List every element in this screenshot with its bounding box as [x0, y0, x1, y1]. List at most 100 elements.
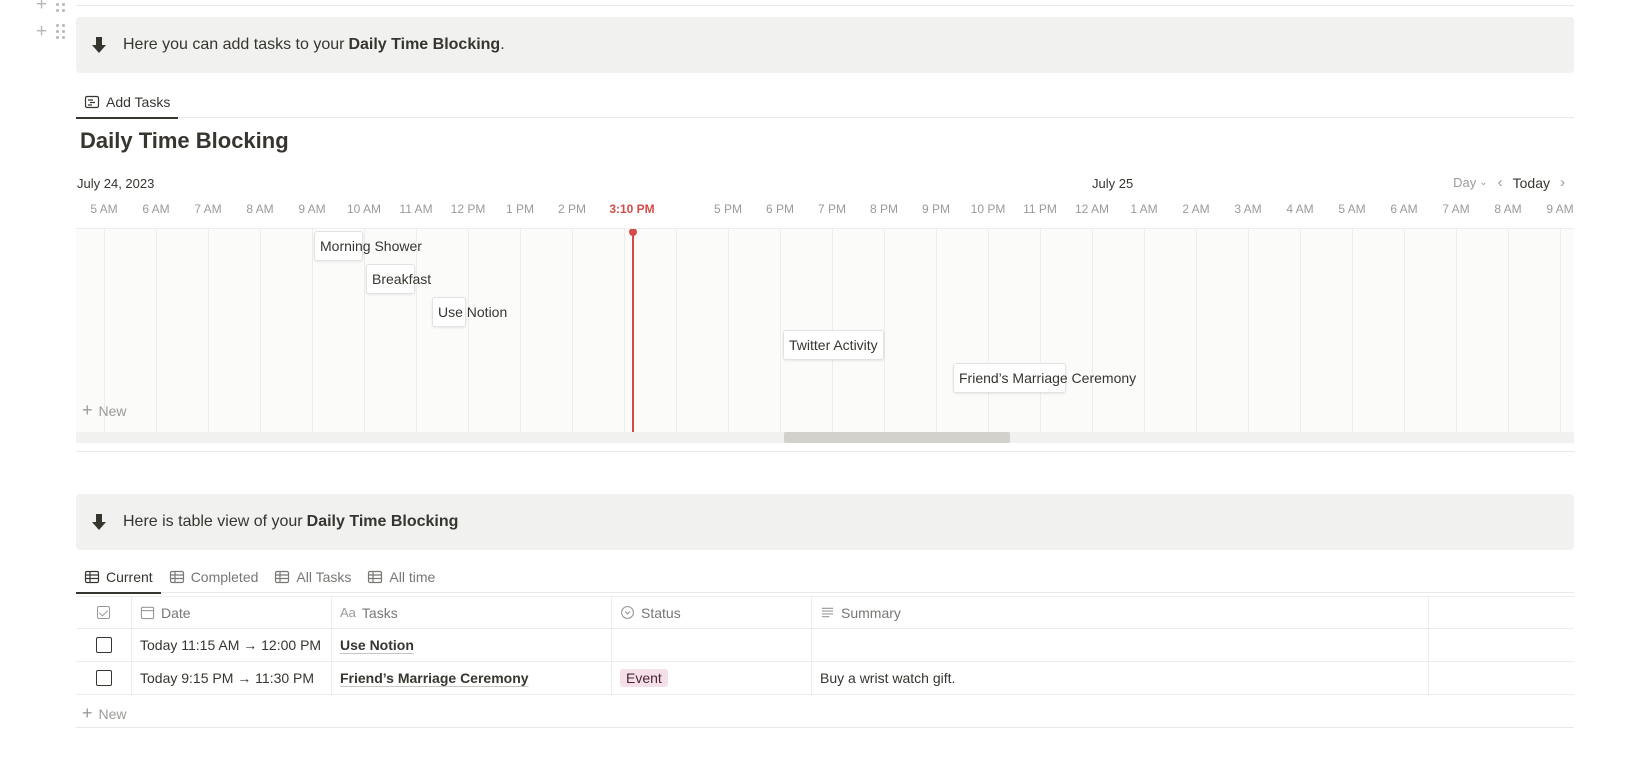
- add-block-icon[interactable]: +: [36, 0, 47, 14]
- hour-label: 7 PM: [817, 202, 847, 216]
- hour-label: 7 AM: [194, 202, 222, 216]
- row-check-cell[interactable]: [76, 629, 132, 661]
- task-cell[interactable]: Friend’s Marriage Ceremony: [332, 662, 612, 694]
- database-title[interactable]: Daily Time Blocking: [80, 128, 289, 154]
- row-check-cell[interactable]: [76, 662, 132, 694]
- new-label: New: [98, 705, 127, 722]
- hour-gridline: [1508, 229, 1509, 432]
- scale-dropdown[interactable]: Day ⌄: [1453, 175, 1488, 190]
- hour-gridline: [572, 229, 573, 432]
- table-new-button[interactable]: + New: [82, 703, 127, 724]
- hour-label: 2 AM: [1182, 202, 1210, 216]
- status-cell[interactable]: [612, 629, 812, 661]
- tab-add-tasks[interactable]: Add Tasks: [76, 86, 179, 119]
- table-row[interactable]: Today 11:15 AM → 12:00 PM Use Notion: [76, 629, 1574, 662]
- divider: [76, 727, 1574, 728]
- block-handle-top[interactable]: +: [36, 0, 66, 14]
- header-summary[interactable]: Summary: [812, 597, 1429, 628]
- hour-label: 6 AM: [1390, 202, 1418, 216]
- callout-add-tasks: Here you can add tasks to your Daily Tim…: [76, 17, 1574, 73]
- hour-label: 1 PM: [505, 202, 535, 216]
- chevron-left-icon[interactable]: ‹: [1498, 174, 1503, 191]
- task-checkbox[interactable]: [95, 637, 112, 653]
- timeline-event-label[interactable]: Twitter Activity: [783, 330, 878, 360]
- hour-gridline: [468, 229, 469, 432]
- table-row[interactable]: Today 9:15 PM → 11:30 PM Friend’s Marriag…: [76, 662, 1574, 695]
- plus-icon: +: [82, 703, 93, 723]
- callout-text: Here is table view of your: [123, 513, 303, 530]
- hour-gridline: [988, 229, 989, 432]
- hour-gridline: [1560, 229, 1561, 432]
- task-link[interactable]: Use Notion: [340, 637, 414, 653]
- task-cell[interactable]: Use Notion: [332, 629, 612, 661]
- hour-label: 11 PM: [1023, 202, 1057, 216]
- hour-gridline: [1144, 229, 1145, 432]
- timeline-grid[interactable]: Morning Shower Breakfast Use Notion Twitter…: [76, 228, 1574, 432]
- timeline-event-label[interactable]: Breakfast: [366, 264, 431, 294]
- timeline-event-label[interactable]: Use Notion: [432, 297, 507, 327]
- header-tasks[interactable]: Aa Tasks: [332, 597, 612, 628]
- hour-label: 9 AM: [298, 202, 326, 216]
- empty-cell: [1429, 629, 1574, 661]
- hour-label: 4 AM: [1286, 202, 1314, 216]
- timeline-view-icon: [84, 95, 100, 109]
- add-block-icon[interactable]: +: [36, 22, 47, 41]
- tab-current[interactable]: Current: [76, 561, 161, 594]
- date-cell[interactable]: Today 11:15 AM → 12:00 PM: [132, 629, 332, 661]
- arrow-down-icon: [92, 37, 106, 53]
- task-link[interactable]: Friend’s Marriage Ceremony: [340, 670, 529, 686]
- status-cell[interactable]: Event: [612, 662, 812, 694]
- header-check[interactable]: [76, 597, 132, 628]
- header-tasks-label: Tasks: [361, 604, 398, 621]
- hour-gridline: [780, 229, 781, 432]
- hour-gridline: [1040, 229, 1041, 432]
- calendar-icon: [140, 606, 155, 620]
- callout-tail: .: [500, 36, 505, 53]
- timeline-event-label[interactable]: Morning Shower: [314, 231, 422, 261]
- header-status[interactable]: Status: [612, 597, 812, 628]
- summary-cell[interactable]: Buy a wrist watch gift.: [812, 662, 1429, 694]
- block-handle[interactable]: +: [36, 22, 66, 41]
- timeline-new-button[interactable]: + New: [82, 400, 127, 421]
- drag-handle-icon[interactable]: [56, 0, 66, 12]
- tab-all-time[interactable]: All time: [359, 561, 443, 593]
- hour-label: 5 AM: [1338, 202, 1366, 216]
- summary-cell[interactable]: [812, 629, 1429, 661]
- table-view-icon: [367, 569, 383, 585]
- hour-label: 10 AM: [346, 202, 382, 216]
- tasks-table: Date Aa Tasks Status Summary Today 11:15…: [76, 596, 1574, 695]
- hour-label: 5 PM: [713, 202, 743, 216]
- hour-label: 5 AM: [90, 202, 118, 216]
- hour-label: 12 AM: [1074, 202, 1110, 216]
- chevron-right-icon[interactable]: ›: [1560, 174, 1565, 191]
- hour-gridline: [208, 229, 209, 432]
- divider-top: [76, 5, 1574, 6]
- header-date[interactable]: Date: [132, 597, 332, 628]
- hour-gridline: [1196, 229, 1197, 432]
- tab-completed[interactable]: Completed: [161, 561, 267, 593]
- hour-gridline: [884, 229, 885, 432]
- chevron-down-icon: ⌄: [1479, 177, 1488, 188]
- today-button[interactable]: Today: [1513, 175, 1550, 191]
- callout-table-view: Here is table view of your Daily Time Bl…: [76, 494, 1574, 550]
- task-checkbox[interactable]: [95, 670, 112, 686]
- drag-handle-icon[interactable]: [56, 23, 66, 39]
- timeline-scrollbar[interactable]: [76, 432, 1574, 443]
- table-view-icon: [274, 569, 290, 585]
- date-cell[interactable]: Today 9:15 PM → 11:30 PM: [132, 662, 332, 694]
- timeline-event-label[interactable]: Friend’s Marriage Ceremony: [953, 363, 1136, 393]
- hour-label: 11 AM: [399, 202, 433, 216]
- hour-gridline: [1352, 229, 1353, 432]
- hour-label: 1 AM: [1130, 202, 1158, 216]
- hour-label: 9 AM: [1546, 202, 1574, 216]
- hour-gridline: [312, 229, 313, 432]
- hour-label: 12 PM: [450, 202, 486, 216]
- status-badge: Event: [620, 669, 668, 687]
- current-time-dot: [629, 229, 637, 236]
- scrollbar-thumb[interactable]: [784, 432, 1010, 443]
- timeline-controls: Day ⌄ ‹ Today ›: [1453, 174, 1565, 191]
- hour-label: 8 AM: [1494, 202, 1522, 216]
- tab-label: Completed: [190, 569, 259, 585]
- tab-all-tasks[interactable]: All Tasks: [266, 561, 359, 593]
- hour-gridline: [1248, 229, 1249, 432]
